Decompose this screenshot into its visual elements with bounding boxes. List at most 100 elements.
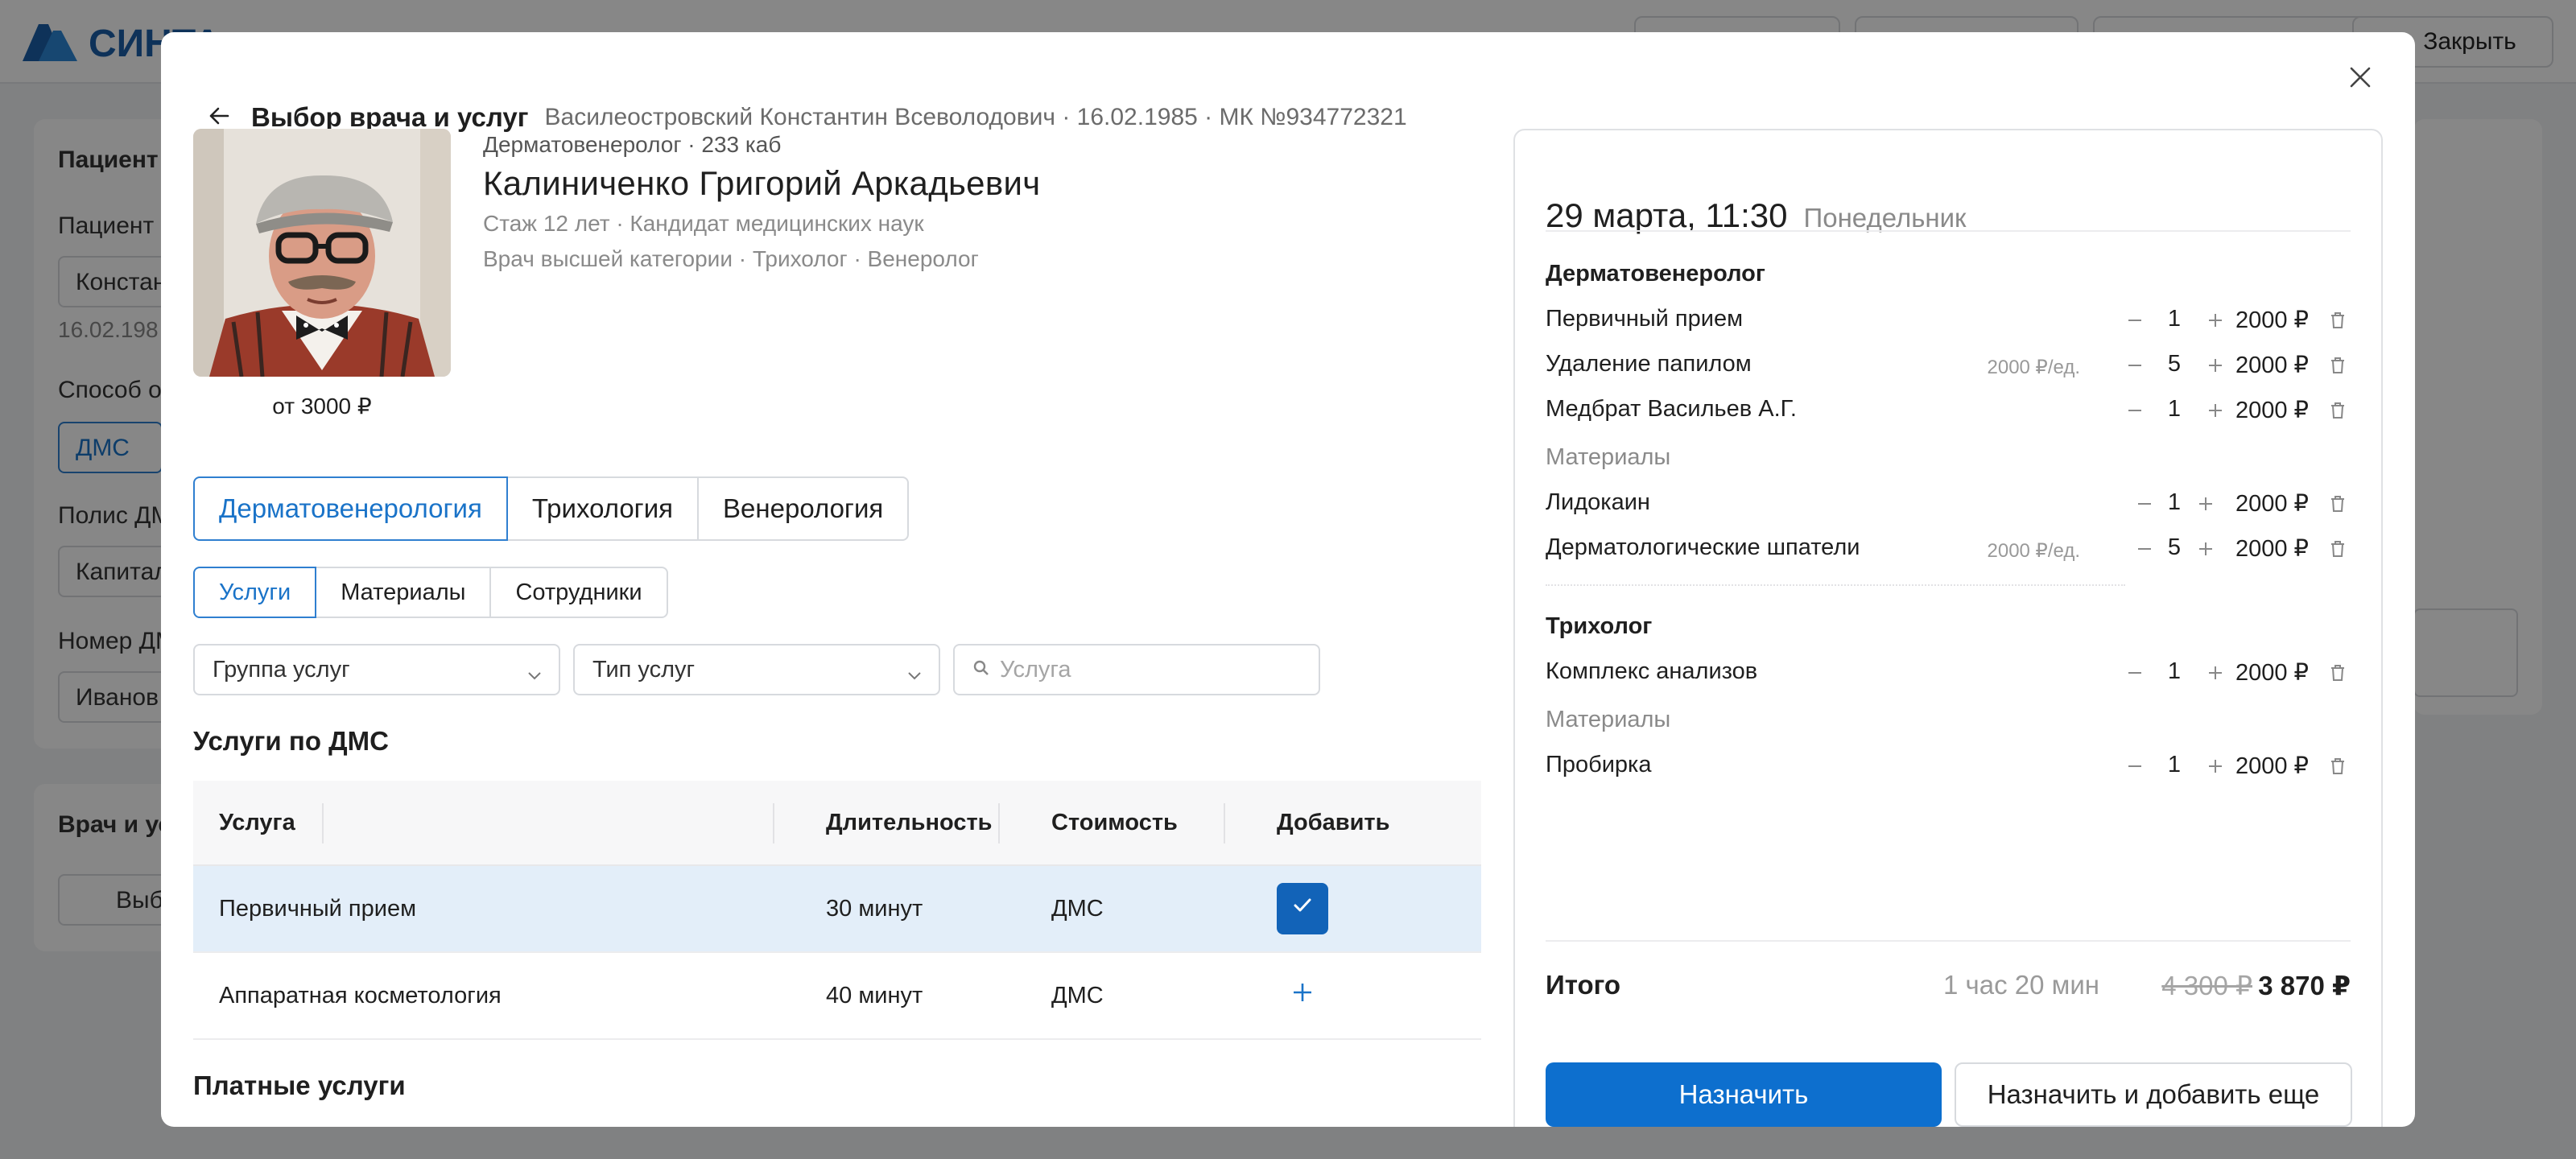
total-old-price: 4 300 ₽ <box>2161 971 2252 1000</box>
tab-venereology[interactable]: Венерология <box>697 476 910 541</box>
summary-item: Удаление папилом 2000 ₽/ед. 5 2000 ₽ <box>1546 349 2351 382</box>
search-icon <box>972 657 990 683</box>
minus-icon[interactable] <box>2132 536 2157 562</box>
doctor-services-modal: Выбор врача и услуг Василеостровский Кон… <box>161 32 2415 1127</box>
section-paid-title: Платные услуги <box>193 1070 406 1100</box>
add-cell <box>1251 883 1481 934</box>
summary-item-price: 2000 ₽ <box>2235 398 2309 423</box>
minus-icon[interactable] <box>2122 753 2148 779</box>
service-group-value: Группа услуг <box>213 656 350 683</box>
summary-item-qty: 1 <box>2167 752 2182 777</box>
summary-item-qty: 1 <box>2167 396 2182 422</box>
summary-item-price: 2000 ₽ <box>2235 660 2309 686</box>
chevron-down-icon <box>906 663 923 690</box>
plus-icon[interactable] <box>2202 398 2228 423</box>
summary-item-name: Пробирка <box>1546 752 1652 777</box>
column-divider <box>773 803 774 843</box>
divider <box>1546 584 2125 586</box>
trash-icon[interactable] <box>2325 660 2351 686</box>
minus-icon[interactable] <box>2132 491 2157 517</box>
appointment-weekday: Понедельник <box>1803 203 1967 233</box>
appointment-datetime: 29 марта, 11:30 <box>1546 196 1788 234</box>
summary-material: Лидокаин 1 2000 ₽ <box>1546 488 2351 520</box>
trash-icon[interactable] <box>2325 398 2351 423</box>
summary-item: Комплекс анализов 1 2000 ₽ <box>1546 657 2351 689</box>
tab-services[interactable]: Услуги <box>193 567 317 618</box>
minus-icon[interactable] <box>2122 353 2148 378</box>
trash-icon[interactable] <box>2325 353 2351 378</box>
summary-item-name: Медбрат Васильев А.Г. <box>1546 396 1797 422</box>
section-dms-title: Услуги по ДМС <box>193 726 389 756</box>
summary-item-qty: 5 <box>2167 351 2182 377</box>
summary-material: Дерматологические шпатели 2000 ₽/ед. 5 2… <box>1546 533 2351 565</box>
service-search-input[interactable]: Услуга <box>953 644 1320 695</box>
doctor-name: Калиниченко Григорий Аркадьевич <box>483 164 1041 202</box>
tab-materials[interactable]: Материалы <box>315 567 492 618</box>
assign-button[interactable]: Назначить <box>1546 1062 1942 1127</box>
service-type-select[interactable]: Тип услуг <box>573 644 940 695</box>
tab-trichology[interactable]: Трихология <box>506 476 700 541</box>
service-cost: ДМС <box>1051 895 1104 922</box>
total-label: Итого <box>1546 970 1621 1000</box>
minus-icon[interactable] <box>2122 307 2148 333</box>
service-name: Первичный прием <box>219 895 417 922</box>
plus-icon[interactable] <box>2202 353 2228 378</box>
summary-item-unit-price: 2000 ₽/ед. <box>1987 540 2081 562</box>
summary-item-price: 2000 ₽ <box>2235 753 2309 779</box>
add-cell <box>1251 970 1481 1021</box>
summary-item-name: Комплекс анализов <box>1546 658 1758 684</box>
summary-item-name: Первичный прием <box>1546 306 1744 332</box>
summary-item: Первичный прием 1 2000 ₽ <box>1546 304 2351 336</box>
specialty-tabs: Дерматовенерология Трихология Венерологи… <box>193 476 910 541</box>
category-tabs: Услуги Материалы Сотрудники <box>193 567 668 618</box>
tab-dermatovenereology[interactable]: Дерматовенерология <box>193 476 508 541</box>
appointment-summary-panel: 29 марта, 11:30 Понедельник Дерматовенеро… <box>1513 129 2383 1127</box>
summary-item-price: 2000 ₽ <box>2235 353 2309 378</box>
trash-icon[interactable] <box>2325 536 2351 562</box>
trash-icon[interactable] <box>2325 491 2351 517</box>
added-checkbox[interactable] <box>1277 883 1328 934</box>
service-duration: 30 минут <box>826 895 923 922</box>
column-divider <box>1224 803 1225 843</box>
table-row[interactable]: Аппаратная косметология 40 минут ДМС <box>193 953 1481 1040</box>
trash-icon[interactable] <box>2325 753 2351 779</box>
minus-icon[interactable] <box>2122 660 2148 686</box>
minus-icon[interactable] <box>2122 398 2148 423</box>
service-duration: 40 минут <box>826 982 923 1008</box>
plus-icon[interactable] <box>2193 536 2219 562</box>
table-row[interactable]: Первичный прием 30 минут ДМС <box>193 866 1481 953</box>
appointment-date: 29 марта, 11:30 Понедельник <box>1546 196 1967 235</box>
plus-icon[interactable] <box>2202 660 2228 686</box>
doctor-specialty: Дерматовенеролог · 233 каб <box>483 132 782 157</box>
summary-material: Пробирка 1 2000 ₽ <box>1546 750 2351 782</box>
plus-icon[interactable] <box>2193 491 2219 517</box>
tab-staff[interactable]: Сотрудники <box>489 567 668 618</box>
group-title-trichologist: Трихолог <box>1546 613 1653 639</box>
trash-icon[interactable] <box>2325 307 2351 333</box>
assign-and-add-button[interactable]: Назначить и добавить еще <box>1955 1062 2352 1127</box>
service-group-select[interactable]: Группа услуг <box>193 644 560 695</box>
column-cost: Стоимость <box>1051 809 1178 835</box>
patient-summary: Василеостровский Константин Всеволодович… <box>544 104 1407 130</box>
summary-item-name: Удаление папилом <box>1546 351 1752 377</box>
services-table: Услуга Длительность Стоимость Добавить П… <box>193 781 1481 1040</box>
summary-item-name: Дерматологические шпатели <box>1546 534 1860 560</box>
summary-item-price: 2000 ₽ <box>2235 307 2309 333</box>
summary-item-price: 2000 ₽ <box>2235 491 2309 517</box>
search-placeholder: Услуга <box>1000 656 1071 683</box>
modal-close-button[interactable] <box>2338 56 2383 101</box>
service-cost: ДМС <box>1051 982 1104 1008</box>
service-type-value: Тип услуг <box>592 656 696 683</box>
summary-item-qty: 1 <box>2167 658 2182 684</box>
add-service-button[interactable] <box>1277 970 1328 1021</box>
check-icon <box>1290 893 1315 924</box>
arrow-left-icon <box>208 105 230 131</box>
plus-icon <box>1291 981 1314 1010</box>
plus-icon[interactable] <box>2202 307 2228 333</box>
plus-icon[interactable] <box>2202 753 2228 779</box>
group-title-dermatovenereologist: Дерматовенеролог <box>1546 261 1765 287</box>
divider <box>1546 940 2351 942</box>
doctor-photo <box>193 129 451 377</box>
materials-label: Материалы <box>1546 707 1671 732</box>
column-service: Услуга <box>219 809 295 835</box>
